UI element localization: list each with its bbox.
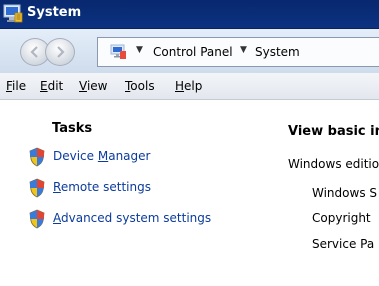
uac-shield-icon [29,209,45,229]
window-title: System [27,5,82,20]
windows-edition-value: Windows S [312,186,377,200]
back-arrow-icon [30,46,38,58]
uac-shield-icon [29,147,45,167]
copyright-text: Copyright [312,211,371,225]
menu-tools[interactable]: Tools [125,79,155,93]
system-window-icon [3,4,23,23]
menu-edit[interactable]: Edit [40,79,63,93]
forward-button[interactable] [45,38,75,66]
tasks-pane: Tasks Device Manager Remote settings Adv… [0,100,275,286]
tasks-header: Tasks [52,121,93,136]
navigation-bar: ▼ Control Panel ▼ System [0,29,379,73]
control-panel-icon [110,44,126,59]
system-info-pane: View basic in Windows editio Windows S C… [285,100,379,286]
page-heading: View basic in [288,124,379,139]
breadcrumb-arrow-icon[interactable]: ▼ [136,45,143,55]
menu-view[interactable]: View [79,79,107,93]
title-bar: System [0,0,379,29]
breadcrumb-control-panel[interactable]: Control Panel [153,45,233,59]
breadcrumb-system[interactable]: System [255,45,300,59]
windows-edition-label: Windows editio [288,157,379,171]
menu-file[interactable]: File [6,79,26,93]
forward-arrow-icon [57,46,65,58]
menu-help[interactable]: Help [175,79,202,93]
menu-bar: File Edit View Tools Help [0,73,379,100]
uac-shield-icon [29,178,45,198]
service-pack-text: Service Pa [312,237,375,251]
address-bar[interactable]: ▼ Control Panel ▼ System [97,37,379,67]
breadcrumb-arrow-icon[interactable]: ▼ [240,45,247,55]
